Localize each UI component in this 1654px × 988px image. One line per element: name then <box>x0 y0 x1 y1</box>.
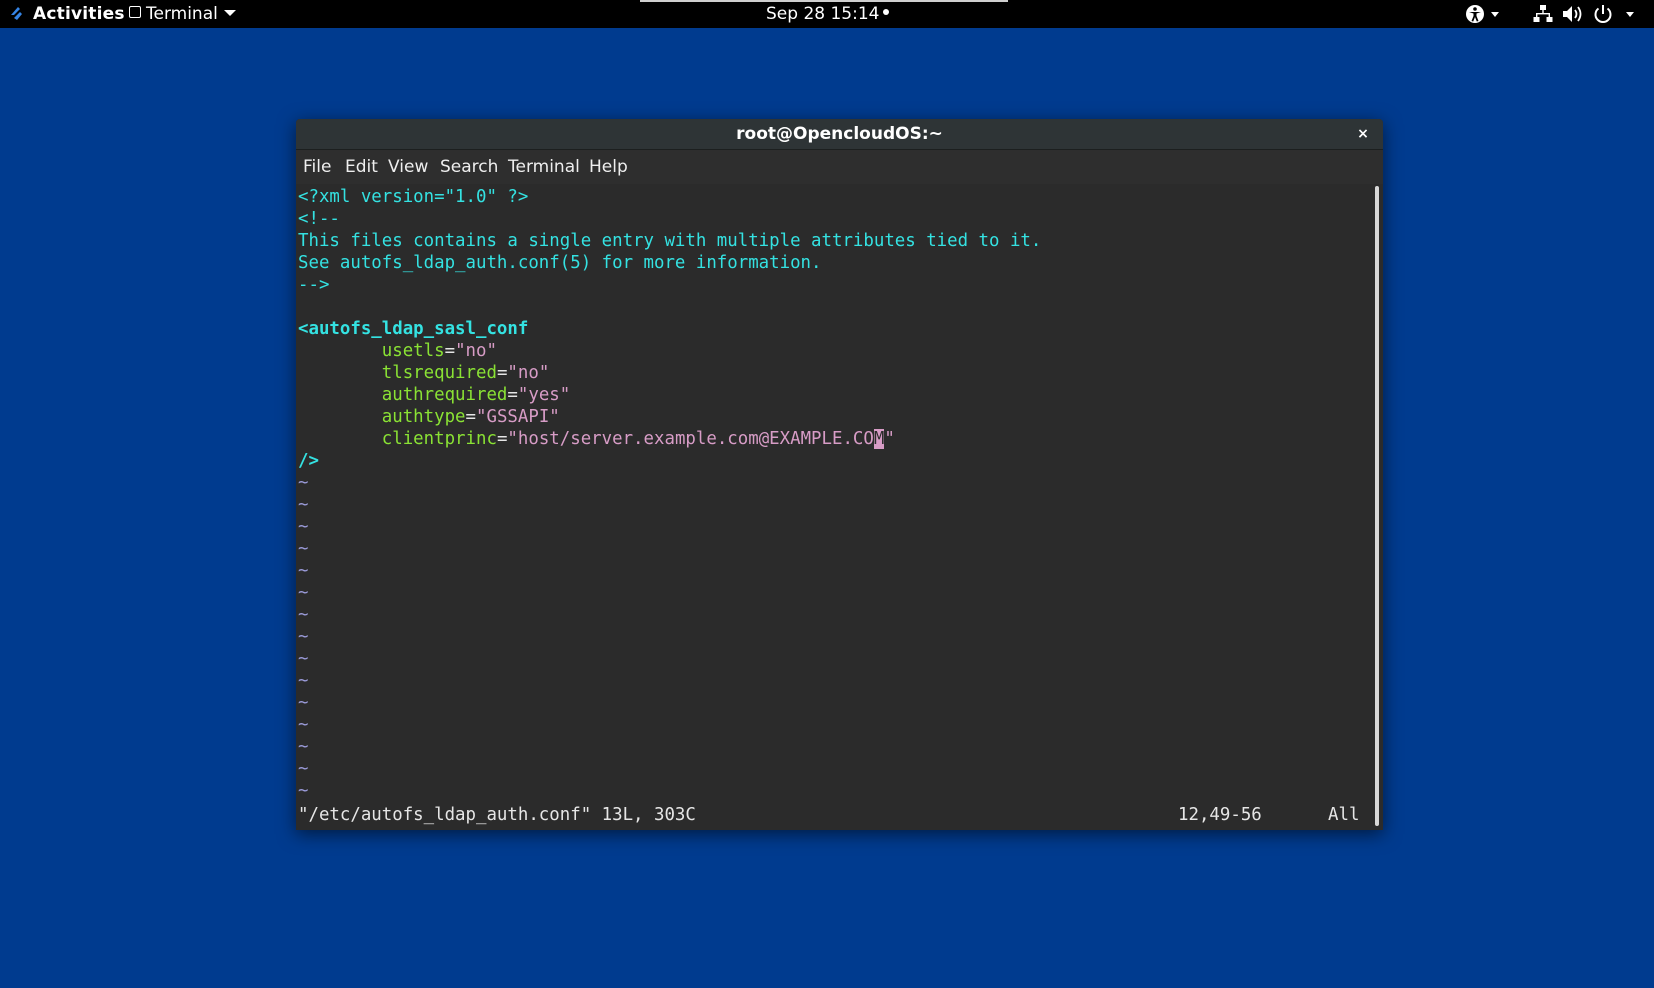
equals-sign: = <box>496 363 508 383</box>
text-cursor: M <box>873 429 885 449</box>
notification-dot-icon <box>883 9 890 15</box>
window-title: root@OpencloudOS:~ <box>736 124 943 144</box>
attribute-value: "no" <box>455 341 497 361</box>
attribute-name: clientprinc <box>381 429 497 449</box>
attribute-value: "host/server.example.com@EXAMPLE.CO <box>507 429 874 449</box>
attribute-line: tlsrequired="no" <box>298 362 550 384</box>
status-cursor-position: 12,49-56 <box>1178 805 1262 825</box>
menu-edit[interactable]: Edit <box>345 150 378 184</box>
attribute-line: authrequired="yes" <box>298 384 570 406</box>
chevron-down-icon <box>1626 12 1634 17</box>
terminal-scrollbar[interactable] <box>1375 184 1381 830</box>
equals-sign: = <box>496 429 508 449</box>
attribute-name: tlsrequired <box>381 363 497 383</box>
top-bar: Activities Terminal Sep 28 15:14 <box>0 0 1654 28</box>
window-titlebar[interactable]: root@OpencloudOS:~ × <box>296 119 1383 150</box>
empty-line-marker: ~ <box>298 605 309 625</box>
equals-sign: = <box>465 407 477 427</box>
empty-line-marker: ~ <box>298 671 309 691</box>
status-scroll-position: All <box>1328 805 1360 825</box>
attribute-value: "GSSAPI" <box>476 407 560 427</box>
editor-line: /> <box>298 450 319 472</box>
power-icon <box>1594 5 1612 23</box>
chevron-down-icon <box>223 10 236 16</box>
empty-line-marker: ~ <box>298 539 309 559</box>
editor-line: --> <box>298 274 329 296</box>
xml-declaration: <?xml version="1.0" ?> <box>298 187 529 207</box>
terminal-icon <box>129 6 141 18</box>
editor-line: <?xml version="1.0" ?> <box>298 186 528 208</box>
empty-line-marker: ~ <box>298 627 309 647</box>
editor-line: <!-- <box>298 208 340 230</box>
attribute-value: "no" <box>507 363 550 383</box>
menu-view[interactable]: View <box>388 150 428 184</box>
empty-line-marker: ~ <box>298 715 309 735</box>
equals-sign: = <box>444 341 456 361</box>
accessibility-menu[interactable] <box>1465 4 1505 24</box>
status-file-info: "/etc/autofs_ldap_auth.conf" 13L, 303C <box>298 805 696 825</box>
accessibility-icon <box>1466 5 1484 23</box>
comment-text: This files contains a single entry with … <box>298 231 1042 251</box>
close-button[interactable]: × <box>1353 119 1373 150</box>
attribute-line: clientprinc="host/server.example.com@EXA… <box>298 428 895 450</box>
empty-line-marker: ~ <box>298 517 309 537</box>
menu-help[interactable]: Help <box>589 150 628 184</box>
empty-line-marker: ~ <box>298 561 309 581</box>
clock-label: Sep 28 15:14 <box>766 4 880 24</box>
activities-button[interactable]: Activities <box>33 0 125 28</box>
menu-terminal[interactable]: Terminal <box>508 150 580 184</box>
terminal-window: root@OpencloudOS:~ × File Edit View Sear… <box>296 119 1383 830</box>
scrollbar-thumb[interactable] <box>1375 186 1379 826</box>
comment-open: <!-- <box>298 209 340 229</box>
app-menu-terminal[interactable]: Terminal <box>129 0 236 28</box>
chevron-down-icon <box>1491 12 1499 17</box>
xml-tag-open: <autofs_ldap_sasl_conf <box>298 319 529 339</box>
clock[interactable]: Sep 28 15:14 <box>766 0 890 28</box>
attribute-line: usetls="no" <box>298 340 497 362</box>
app-menu-label: Terminal <box>146 4 218 24</box>
menu-search[interactable]: Search <box>440 150 498 184</box>
volume-icon[interactable] <box>1562 4 1584 24</box>
network-icon[interactable] <box>1533 4 1553 24</box>
attribute-name: authrequired <box>381 385 508 405</box>
equals-sign: = <box>507 385 518 405</box>
empty-line-marker: ~ <box>298 649 309 669</box>
attribute-value-end: " <box>884 429 895 449</box>
comment-text: See autofs_ldap_auth.conf(5) for more in… <box>298 253 822 273</box>
empty-line-marker: ~ <box>298 781 309 801</box>
menu-bar: File Edit View Search Terminal Help <box>296 150 1383 184</box>
terminal-content[interactable]: <?xml version="1.0" ?> <!-- This files c… <box>296 184 1375 830</box>
editor-line: <autofs_ldap_sasl_conf <box>298 318 528 340</box>
editor-line: This files contains a single entry with … <box>298 230 1041 252</box>
activities-logo-icon <box>11 7 22 20</box>
xml-tag-close: /> <box>298 451 319 471</box>
attribute-name: authtype <box>381 407 466 427</box>
editor-line: See autofs_ldap_auth.conf(5) for more in… <box>298 252 822 274</box>
attribute-value: "yes" <box>517 385 571 405</box>
comment-close: --> <box>298 275 330 295</box>
power-menu[interactable] <box>1593 4 1643 24</box>
attribute-line: authtype="GSSAPI" <box>298 406 560 428</box>
empty-line-marker: ~ <box>298 495 309 515</box>
empty-line-marker: ~ <box>298 693 309 713</box>
menu-file[interactable]: File <box>303 150 331 184</box>
empty-line-marker: ~ <box>298 473 309 493</box>
empty-line-marker: ~ <box>298 737 309 757</box>
empty-line-marker: ~ <box>298 759 309 779</box>
attribute-name: usetls <box>381 341 445 361</box>
empty-line-marker: ~ <box>298 583 309 603</box>
